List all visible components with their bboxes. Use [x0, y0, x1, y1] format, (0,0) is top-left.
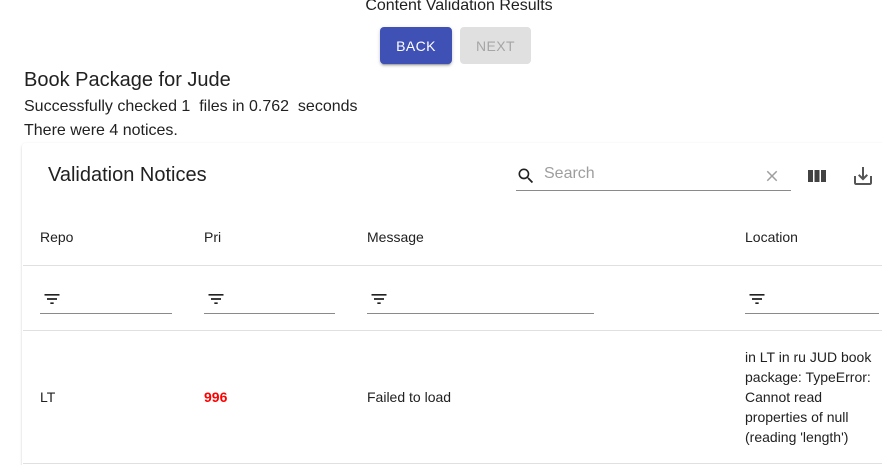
cell-pri: 996	[204, 389, 228, 405]
column-header-message[interactable]: Message	[367, 229, 424, 245]
back-button[interactable]: BACK	[380, 27, 452, 64]
cell-message: Failed to load	[367, 389, 452, 405]
filter-list-icon	[208, 294, 224, 304]
download-icon[interactable]	[851, 164, 875, 188]
package-title: Book Package for Jude	[24, 69, 231, 91]
cell-repo: LT	[40, 389, 56, 405]
checked-summary: Successfully checked 1 files in 0.762 se…	[24, 98, 358, 115]
filter-message[interactable]	[367, 283, 594, 314]
filter-repo[interactable]	[40, 283, 172, 314]
notices-summary: There were 4 notices.	[24, 122, 178, 139]
search-input[interactable]	[544, 162, 754, 186]
filter-divider	[23, 330, 882, 331]
page-title: Content Validation Results	[365, 0, 553, 14]
row-divider	[23, 463, 882, 464]
column-header-location[interactable]: Location	[745, 229, 798, 245]
nav-buttons: BACK NEXT	[380, 27, 531, 64]
search-icon	[518, 168, 534, 184]
filter-location[interactable]	[745, 283, 879, 314]
filter-list-icon	[44, 294, 60, 304]
header-divider	[23, 265, 882, 266]
column-header-repo[interactable]: Repo	[40, 229, 73, 245]
filter-pri[interactable]	[204, 283, 335, 314]
table-title: Validation Notices	[48, 164, 207, 186]
filter-list-icon	[371, 294, 387, 304]
column-header-pri[interactable]: Pri	[204, 229, 221, 245]
next-button[interactable]: NEXT	[460, 27, 531, 64]
close-icon[interactable]	[763, 167, 781, 185]
view-columns-icon[interactable]	[806, 166, 828, 186]
search-field	[516, 160, 791, 191]
filter-list-icon	[749, 294, 765, 304]
cell-location: in LT in ru JUD book package: TypeError:…	[745, 349, 872, 445]
